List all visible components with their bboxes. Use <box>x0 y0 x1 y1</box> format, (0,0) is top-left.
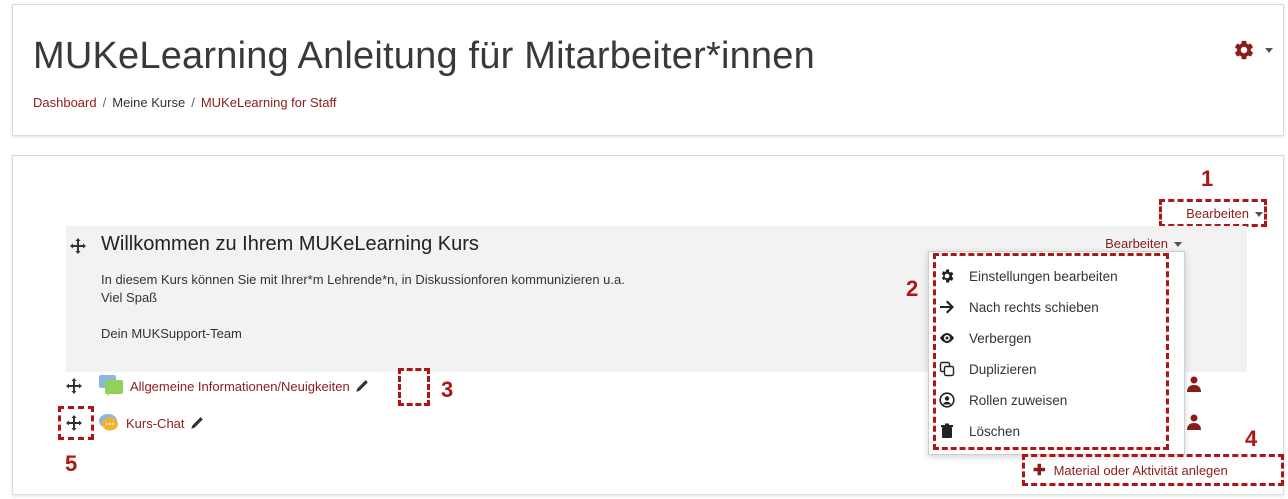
course-content: 1 Bearbeiten Willkommen zu Ihrem MUKeLea… <box>12 155 1284 495</box>
course-settings-menu[interactable] <box>1233 39 1273 61</box>
add-activity-label: Material oder Aktivität anlegen <box>1053 462 1228 478</box>
user-icon[interactable] <box>1187 414 1201 430</box>
annotation-number: 3 <box>441 377 454 402</box>
move-icon[interactable] <box>70 238 86 254</box>
summary-line: Dein MUKSupport-Team <box>101 326 242 341</box>
page-title: MUKeLearning Anleitung für Mitarbeiter*i… <box>33 35 815 77</box>
summary-line: Viel Spaß <box>101 290 158 305</box>
summary-line: In diesem Kurs können Sie mit Ihrer*m Le… <box>101 272 625 287</box>
edit-label: Bearbeiten <box>1105 236 1168 251</box>
chat-icon <box>99 414 118 431</box>
section-edit-menu[interactable]: Bearbeiten <box>1105 236 1182 251</box>
chevron-down-icon <box>1255 212 1263 218</box>
activity-link-chat[interactable]: Kurs-Chat <box>126 416 185 431</box>
annotation-box <box>933 253 1169 450</box>
section-title: Willkommen zu Ihrem MUKeLearning Kurs <box>101 233 479 255</box>
breadcrumb-separator: / <box>191 95 195 110</box>
move-icon[interactable] <box>66 378 82 394</box>
page-header: MUKeLearning Anleitung für Mitarbeiter*i… <box>12 4 1284 136</box>
forum-icon <box>99 375 123 397</box>
annotation-number: 5 <box>65 451 78 476</box>
chevron-down-icon <box>1174 242 1182 248</box>
breadcrumb-separator: / <box>102 95 107 110</box>
pencil-icon[interactable] <box>190 416 204 430</box>
gear-icon <box>1235 40 1253 60</box>
breadcrumb-dashboard[interactable]: Dashboard <box>33 95 97 110</box>
annotation-box <box>398 368 430 406</box>
activity-item: Allgemeine Informationen/Neuigkeiten <box>66 374 369 398</box>
breadcrumb-my-courses[interactable]: Meine Kurse <box>112 95 185 110</box>
activity-link-forum[interactable]: Allgemeine Informationen/Neuigkeiten <box>130 379 350 394</box>
section-summary: In diesem Kurs können Sie mit Ihrer*m Le… <box>101 271 625 343</box>
pencil-icon[interactable] <box>355 379 369 393</box>
user-icon[interactable] <box>1187 376 1201 392</box>
annotation-number: 2 <box>906 276 919 301</box>
plus-icon: ✚ <box>1033 462 1046 479</box>
annotation-number: 4 <box>1245 426 1258 451</box>
breadcrumb-course[interactable]: MUKeLearning for Staff <box>201 95 337 110</box>
breadcrumb: Dashboard / Meine Kurse / MUKeLearning for S… <box>33 95 336 110</box>
add-activity-button[interactable]: ✚ Material oder Aktivität anlegen <box>1033 461 1228 479</box>
chevron-down-icon <box>1265 47 1273 53</box>
annotation-number: 1 <box>1201 166 1214 191</box>
edit-mode-toggle[interactable]: Bearbeiten <box>1182 206 1267 221</box>
edit-label: Bearbeiten <box>1186 206 1249 221</box>
annotation-box <box>58 406 94 440</box>
